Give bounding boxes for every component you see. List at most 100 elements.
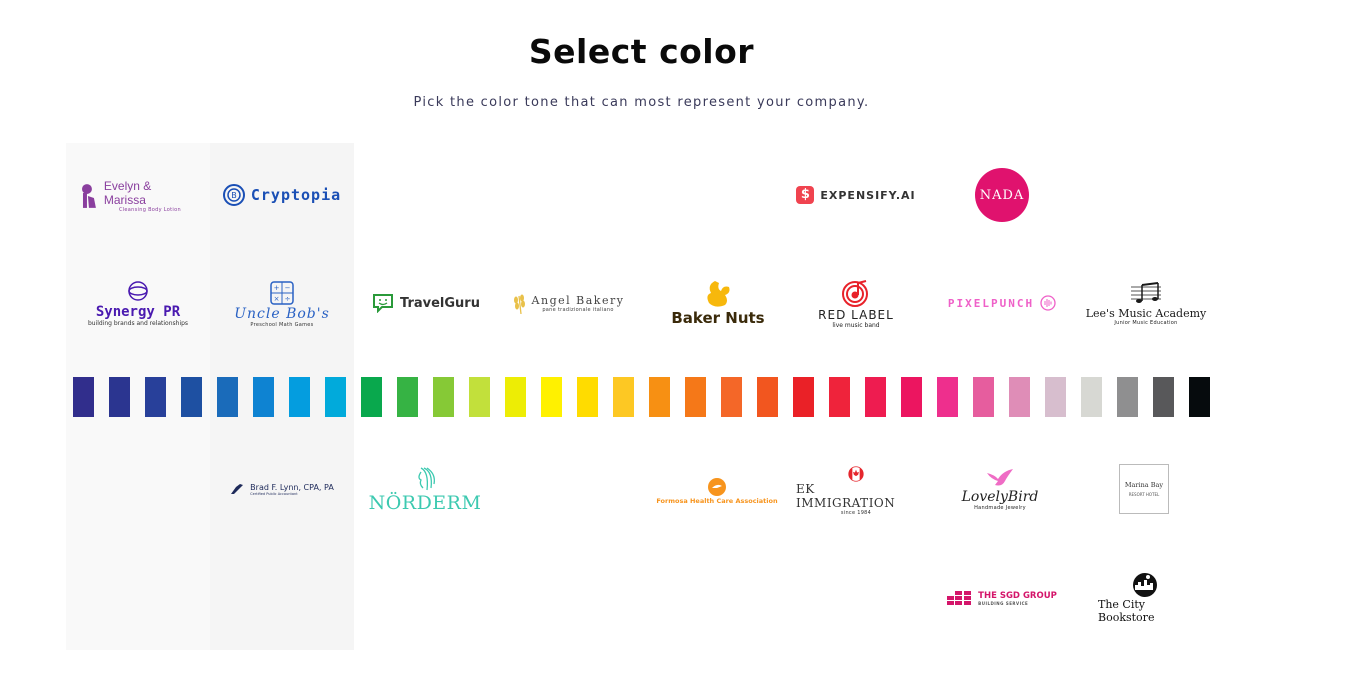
hand-heart-icon [708,478,726,496]
color-swatch-red-orange[interactable] [721,377,742,417]
vinyl-note-icon [842,279,868,307]
logo-name: EK IMMIGRATION [796,482,896,510]
logo-ek-immigration[interactable]: EK IMMIGRATION since 1984 [796,466,916,516]
calculator-icon: + −× ÷ [270,281,294,305]
logo-name: NÖRDERM [368,492,482,514]
logo-tagline: Junior Music Education [1114,319,1178,326]
logo-name: Marina Bay [1124,481,1164,489]
color-swatch-cyan[interactable] [325,377,346,417]
color-swatch-lemon[interactable] [505,377,526,417]
sound-wave-icon [1040,295,1056,311]
logo-tagline: building brands and relationships [87,319,189,327]
logo-tagline: Cleansing Body Lotion [118,207,181,213]
color-swatch-pink[interactable] [973,377,994,417]
logo-tagline: live music band [832,321,880,329]
logo-expensify[interactable]: $ EXPENSIFY.AI [796,183,916,207]
logo-name: Lee's Music Academy [1085,306,1207,320]
color-swatch-crimson[interactable] [829,377,850,417]
color-swatch-yellow-green[interactable] [469,377,490,417]
color-swatch-navy-blue[interactable] [109,377,130,417]
color-swatch-black[interactable] [1189,377,1210,417]
color-swatch-green[interactable] [361,377,382,417]
color-swatch-light-pink[interactable] [1009,377,1030,417]
music-notes-icon [1131,281,1161,303]
logo-red-label[interactable]: RED LABEL live music band [798,274,914,332]
color-swatch-medium-green[interactable] [397,377,418,417]
logo-tagline: BUILDING SERVICE [978,600,1029,606]
color-swatch-lime-green[interactable] [433,377,454,417]
logo-name: TravelGuru [400,295,480,311]
color-swatch-dark-orange[interactable] [685,377,706,417]
color-swatch-blue[interactable] [217,377,238,417]
logo-name: Baker Nuts [671,309,765,327]
color-swatch-cobalt-blue[interactable] [181,377,202,417]
logo-tagline: Certified Public Accountant [250,491,298,496]
logo-sgd-group[interactable]: THE SGD GROUP BUILDING SERVICE [944,586,1060,610]
color-swatch-gray[interactable] [1117,377,1138,417]
color-swatch-azure[interactable] [253,377,274,417]
logo-marina-bay[interactable]: Marina Bay RESORT HOTEL [1119,464,1169,514]
logo-travelguru[interactable]: TravelGuru [368,290,484,316]
color-swatch-indigo[interactable] [73,377,94,417]
logo-brad-lynn[interactable]: Brad F. Lynn, CPA, PA Certified Public A… [222,478,342,500]
coin-icon: B [222,184,245,206]
logo-tagline: RESORT HOTEL [1128,492,1160,497]
page-title: Select color [528,32,755,71]
logo-pixelpunch[interactable]: PIXELPUNCH [940,292,1064,314]
logo-name: PIXELPUNCH [947,296,1035,310]
svg-text:÷: ÷ [285,295,291,303]
logo-name: Angel Bakery [531,293,625,307]
logo-name: RED LABEL [818,307,894,322]
logo-uncle-bobs[interactable]: + − × ÷ Uncle Bob's Preschool Math Games [224,276,340,332]
color-swatch-rose-red[interactable] [865,377,886,417]
logo-city-bookstore[interactable]: The City Bookstore [1098,570,1192,626]
svg-text:×: × [274,295,280,303]
logo-synergy-pr[interactable]: Synergy PR building brands and relations… [78,276,198,330]
logo-lees-music-academy[interactable]: Lee's Music Academy Junior Music Educati… [1084,274,1208,332]
color-swatch-amber[interactable] [613,377,634,417]
color-swatch-red[interactable] [793,377,814,417]
logo-name: Evelyn & Marissa [103,179,152,207]
logo-formosa-health[interactable]: Formosa Health Care Association [656,474,778,508]
smiley-chat-icon [373,294,394,313]
svg-text:B: B [231,191,237,200]
logo-name: THE SGD GROUP [978,590,1057,601]
logo-nada[interactable]: NADA [975,168,1029,222]
logo-evelyn-marissa[interactable]: Evelyn & Marissa Cleansing Body Lotion [80,179,196,213]
logo-name: Brad F. Lynn, CPA, PA [250,482,334,492]
quill-icon [231,484,244,494]
color-swatch-vermilion[interactable] [757,377,778,417]
logo-tagline: since 1984 [840,510,872,516]
dollar-icon: $ [796,186,815,204]
logo-name: EXPENSIFY.AI [820,188,916,202]
logo-name: NADA [979,187,1025,203]
canada-flag-icon [848,466,864,482]
face-profile-icon [418,467,435,491]
logo-name: LovelyBird [961,489,1039,505]
color-swatch-royal-blue[interactable] [145,377,166,417]
logo-name: Uncle Bob's [234,306,330,322]
logo-tagline: Handmade Jewelry [974,505,1026,511]
logo-baker-nuts[interactable]: Baker Nuts [660,274,776,332]
logo-lovelybird[interactable]: LovelyBird Handmade Jewelry [944,462,1056,518]
color-swatch-yellow[interactable] [541,377,562,417]
color-swatch-raspberry[interactable] [901,377,922,417]
bird-icon [987,469,1013,486]
logo-norderm[interactable]: NÖRDERM [366,462,484,518]
color-swatch-sky-blue[interactable] [289,377,310,417]
logo-tagline: pane tradizionale italiano [542,306,614,313]
color-swatch-dark-gray[interactable] [1153,377,1174,417]
color-swatch-orange[interactable] [649,377,670,417]
interlocking-rings-icon [128,280,148,301]
logo-cryptopia[interactable]: B Cryptopia [222,182,342,208]
color-swatch-gold[interactable] [577,377,598,417]
logo-angel-bakery[interactable]: Angel Bakery pane tradizionale italiano [510,290,626,316]
night-city-icon [1133,573,1157,597]
color-swatch-pale-mauve[interactable] [1045,377,1066,417]
logo-name: Formosa Health Care Association [656,497,778,505]
svg-text:+: + [274,284,280,292]
logo-name: The City Bookstore [1098,598,1155,624]
logo-name: Cryptopia [250,186,342,204]
color-swatch-hot-pink[interactable] [937,377,958,417]
color-swatch-light-gray[interactable] [1081,377,1102,417]
